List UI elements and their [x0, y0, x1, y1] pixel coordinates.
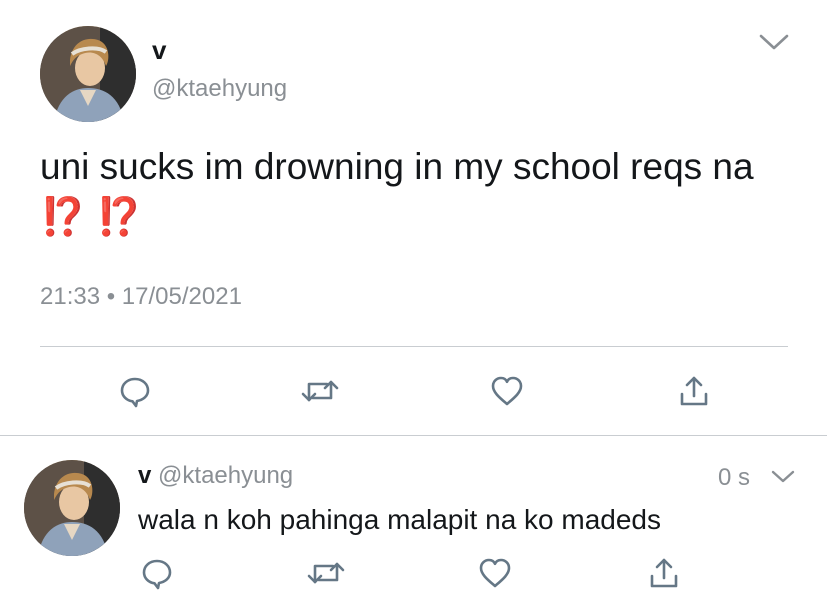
reply-header: v @ktaehyung — [138, 462, 293, 490]
timestamp[interactable]: 21:33 • 17/05/2021 — [40, 283, 242, 311]
retweet-icon[interactable] — [306, 558, 346, 588]
reply-avatar[interactable] — [24, 460, 120, 556]
divider — [40, 346, 788, 347]
comment-icon[interactable] — [140, 556, 174, 590]
emoji-interrobang: ⁉️ ⁉️ — [40, 196, 143, 237]
retweet-icon[interactable] — [300, 376, 340, 406]
tweet-text: uni sucks im drowning in my school reqs … — [40, 142, 800, 242]
share-icon[interactable] — [648, 556, 680, 590]
reply-time[interactable]: 0 s — [718, 464, 750, 492]
section-divider — [0, 435, 827, 436]
heart-icon[interactable] — [478, 557, 512, 589]
chevron-down-icon[interactable] — [758, 32, 790, 52]
avatar-photo — [40, 26, 136, 122]
chevron-down-icon[interactable] — [770, 468, 796, 486]
heart-icon[interactable] — [490, 375, 524, 407]
reply-text: wala n koh pahinga malapit na ko madeds — [138, 504, 662, 535]
tweet-body: uni sucks im drowning in my school reqs … — [40, 146, 754, 187]
comment-icon[interactable] — [118, 374, 152, 408]
display-name[interactable]: v — [152, 36, 166, 64]
avatar[interactable] — [40, 26, 136, 122]
reply-display-name[interactable]: v — [138, 462, 151, 489]
share-icon[interactable] — [678, 374, 710, 408]
reply-handle[interactable]: @ktaehyung — [158, 462, 293, 489]
handle[interactable]: @ktaehyung — [152, 76, 287, 102]
avatar-photo — [24, 460, 120, 556]
